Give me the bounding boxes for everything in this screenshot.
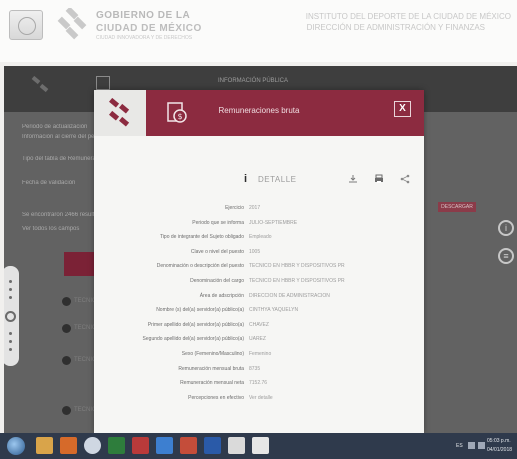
handle-dot: [9, 280, 12, 283]
info-icon[interactable]: [62, 324, 71, 333]
modal-header: $ Remuneraciones bruta X: [94, 90, 424, 136]
word-icon[interactable]: [204, 437, 221, 454]
excel-icon[interactable]: [108, 437, 125, 454]
field-label: Sexo (Femenino/Masculino): [181, 351, 244, 357]
field-label: Denominación del cargo: [190, 278, 244, 284]
coat-of-arms-icon: [9, 10, 43, 40]
menu-circle-icon[interactable]: ≡: [498, 248, 514, 264]
field-label: Percepciones en efectivo: [188, 394, 244, 401]
detail-toolbar: i DETALLE: [244, 172, 414, 188]
info-icon[interactable]: [62, 297, 71, 306]
bg-filter-label: Periodo de actualización: [22, 124, 88, 130]
clock-date[interactable]: 04/01/2018: [487, 447, 512, 453]
accessibility-side-tab[interactable]: [4, 266, 19, 366]
pdf-reader-icon[interactable]: [132, 437, 149, 454]
clock-time[interactable]: 05:03 p.m.: [487, 438, 511, 444]
download-button[interactable]: DESCARGAR: [438, 202, 476, 212]
field-label: Remuneración mensual bruta: [178, 365, 244, 372]
document-icon[interactable]: [228, 437, 245, 454]
detail-heading: DETALLE: [258, 175, 297, 184]
field-label: Clave o nivel del puesto: [190, 248, 244, 255]
field-value: TECNICO EN HBBR Y DISPOSITIVOS PR: [249, 263, 345, 270]
field-value: 7152.76: [249, 380, 268, 387]
field-value: Empleado: [249, 234, 272, 241]
field-label: Tipo de integrante del Sujeto obligado: [159, 234, 244, 241]
volume-icon[interactable]: [478, 442, 485, 449]
powerpoint-icon[interactable]: [180, 437, 197, 454]
app-icon[interactable]: [156, 437, 173, 454]
info-icon[interactable]: [62, 356, 71, 365]
institute-department: DIRECCIÓN DE ADMINISTRACIÓN Y FINANZAS: [306, 23, 485, 32]
field-value: DIRECCION DE ADMINISTRACION: [249, 292, 330, 299]
field-value: JULIO-SEPTIEMBRE: [249, 219, 298, 226]
handle-dot: [9, 340, 12, 343]
handle-dot: [9, 288, 12, 291]
field-value: TECNICO EN HBBR Y DISPOSITIVOS PR: [249, 278, 345, 284]
government-tagline: CIUDAD INNOVADORA Y DE DERECHOS: [96, 35, 193, 41]
site-logo-icon[interactable]: [26, 76, 56, 98]
field-value: 2017: [249, 205, 261, 211]
browser-icon[interactable]: [84, 437, 101, 454]
field-value: 8735: [249, 365, 261, 372]
field-label: Área de adscripción: [199, 292, 244, 299]
notes-icon[interactable]: [252, 437, 269, 454]
photographed-screen: INFORMACIÓN PÚBLICA Periodo de actualiza…: [4, 66, 517, 433]
bg-filter-label: Información al cierre del periodo: [22, 134, 96, 140]
bg-results-count: Se encontraron 2466 resultados: [22, 212, 96, 218]
handle-dot: [9, 348, 12, 351]
field-value: UAREZ: [249, 336, 266, 343]
start-button[interactable]: [7, 437, 25, 455]
field-value: CINTHYA YAQUELYN: [249, 307, 299, 314]
info-circle-icon[interactable]: i: [498, 220, 514, 236]
field-label: Nombre (s) del(a) servidor(a) público(a): [156, 307, 244, 314]
field-label: Remuneración mensual neta: [180, 380, 244, 387]
info-icon: i: [244, 173, 248, 185]
institute-name: INSTITUTO DEL DEPORTE DE LA CIUDAD DE MÉ…: [305, 12, 511, 21]
handle-dot: [9, 296, 12, 299]
close-button[interactable]: X: [394, 101, 411, 117]
print-icon[interactable]: [374, 174, 384, 184]
document-letterhead: GOBIERNO DE LA CIUDAD DE MÉXICO CIUDAD I…: [0, 0, 517, 62]
field-label: Ejercicio: [225, 205, 244, 211]
field-label: Denominación o descripción del puesto: [156, 263, 244, 270]
modal-title: Remuneraciones bruta: [218, 106, 300, 115]
field-value: Femenino: [249, 351, 272, 357]
site-nav-title: INFORMACIÓN PÚBLICA: [218, 78, 289, 84]
menu-toggle-icon[interactable]: [96, 76, 110, 90]
field-value: Ver detalle: [249, 394, 273, 401]
cdmx-logo-icon: [57, 8, 87, 40]
handle-dot: [9, 332, 12, 335]
info-icon[interactable]: [62, 406, 71, 415]
field-value: CHAVEZ: [249, 321, 269, 328]
share-icon[interactable]: [400, 174, 410, 184]
download-icon[interactable]: [348, 174, 358, 184]
language-indicator[interactable]: ES: [456, 443, 463, 449]
government-title: GOBIERNO DE LA: [96, 10, 191, 21]
remuneration-detail-modal: $ Remuneraciones bruta X i DETALLE Ejerc…: [94, 90, 424, 433]
field-label: Periodo que se informa: [192, 219, 244, 226]
media-player-icon[interactable]: [60, 437, 77, 454]
bg-filter-label[interactable]: Fecha de validación: [22, 180, 96, 186]
government-subtitle: CIUDAD DE MÉXICO: [96, 23, 202, 34]
accessibility-gear-icon[interactable]: [5, 311, 16, 322]
file-explorer-icon[interactable]: [36, 437, 53, 454]
field-value: 1005: [249, 248, 261, 255]
field-label: Segundo apellido del(a) servidor(a) públ…: [142, 336, 244, 343]
network-icon[interactable]: [468, 442, 475, 449]
bg-filter-link[interactable]: Ver todos los campos: [22, 226, 96, 232]
bg-filter-label[interactable]: Tipo del tabla de Remuneraciones: [22, 156, 96, 162]
field-label: Primer apellido del(a) servidor(a) públi…: [147, 321, 244, 328]
windows-taskbar: ES 05:03 p.m. 04/01/2018: [0, 433, 517, 459]
